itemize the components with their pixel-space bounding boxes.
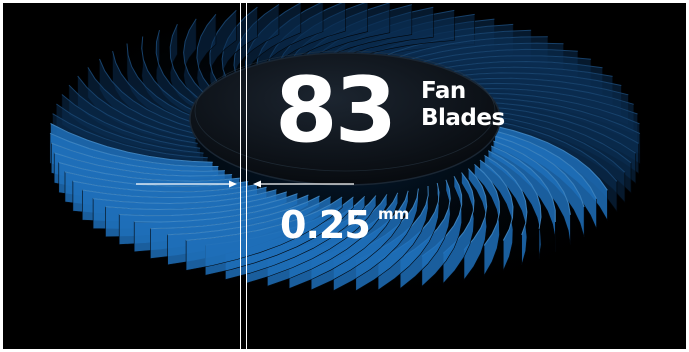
spacing-unit: mm	[378, 205, 410, 223]
image-frame: 83 Fan Blades 0.25 mm	[0, 0, 689, 352]
blade-count: 83	[275, 58, 397, 163]
blade-label-line1: Fan	[421, 78, 466, 104]
blade-label-line2: Blades	[421, 105, 505, 131]
fan-illustration: 83 Fan Blades 0.25 mm	[3, 3, 686, 349]
spacing-value: 0.25	[280, 203, 371, 247]
guide-line-left	[240, 3, 241, 349]
fan-graphic	[45, 3, 645, 303]
guide-line-right	[246, 3, 247, 349]
